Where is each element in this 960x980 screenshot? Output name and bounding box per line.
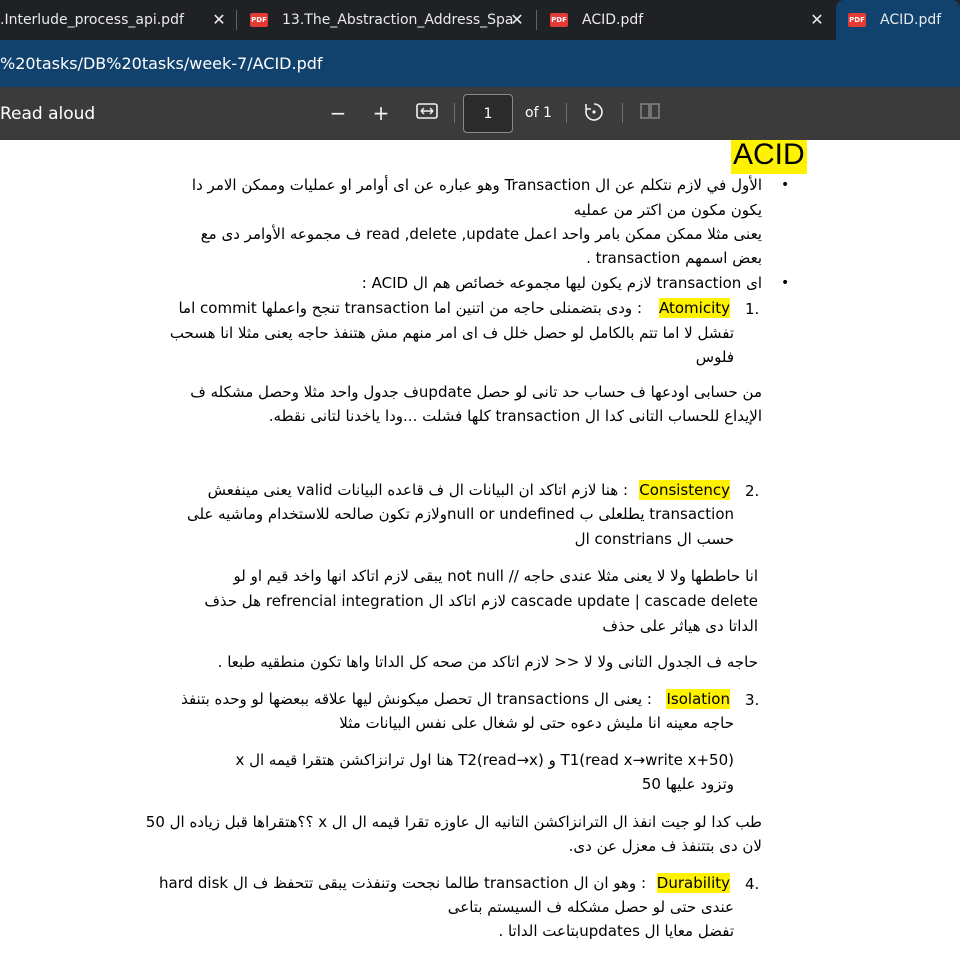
text-line: يكون مكون من اكتر من عمليه <box>573 201 762 219</box>
text-line: يعنى مثلا ممكن ممكن بامر واحد اعمل read … <box>200 225 762 243</box>
text-line: الأول في لازم نتكلم عن ال Transaction وه… <box>191 176 762 194</box>
text-line: : هنا لازم اتاكد ان البيانات ال ف قاعده … <box>207 481 628 499</box>
close-icon[interactable]: ✕ <box>210 11 228 29</box>
tab-abstraction[interactable]: PDF 13.The_Abstraction_Address_Spa ✕ <box>250 4 534 36</box>
text-line: فلوس <box>695 348 734 366</box>
address-text: %20tasks/DB%20tasks/week-7/ACID.pdf <box>0 54 323 73</box>
close-icon[interactable]: ✕ <box>808 11 826 29</box>
term-consistency: Consistency <box>639 480 730 500</box>
text-line: انا حاططها ولا لا يعنى مثلا عندى حاجه //… <box>233 567 759 585</box>
text-line: : ودى بتضمنلى حاجه من اتنين اما transact… <box>178 299 642 317</box>
zoom-out-icon[interactable]: − <box>326 101 350 125</box>
document-title: ACID <box>731 140 807 174</box>
text-line: عندى حتى لو حصل مشكله ف السيستم بتاعى <box>447 898 734 916</box>
page-number: 1 <box>483 105 493 122</box>
toolbar-divider <box>622 103 623 123</box>
text-line: cascade update | cascade delete لازم اتا… <box>204 592 758 610</box>
list-number: 1. <box>745 300 760 318</box>
text-line: حاجه ف الجدول التانى ولا لا << لازم اتاك… <box>217 653 758 671</box>
tab-acid-active[interactable]: PDF ACID.pdf <box>836 0 960 40</box>
term-isolation: Isolation <box>666 689 730 709</box>
pdf-file-icon: PDF <box>550 13 568 27</box>
list-number: 4. <box>745 875 760 893</box>
page-number-input[interactable]: 1 <box>463 94 513 133</box>
tab-label: .Interlude_process_api.pdf <box>0 12 184 28</box>
pdf-file-icon: PDF <box>848 13 866 27</box>
text-line: تفشل لا اما تتم بالكامل لو حصل خلل ف اى … <box>169 324 734 342</box>
close-icon[interactable]: ✕ <box>508 11 526 29</box>
rotate-icon[interactable] <box>582 101 606 125</box>
text-line: تفضل معايا ال updatesبتاعت الداتا . <box>498 922 734 940</box>
text-line: : يعنى ال transactions ال تحصل ميكونش لي… <box>181 690 652 708</box>
zoom-in-icon[interactable]: + <box>369 101 393 125</box>
text-line: وتزود عليها 50 <box>641 775 734 793</box>
toolbar-divider <box>454 103 455 123</box>
tab-label: 13.The_Abstraction_Address_Spa <box>282 12 514 28</box>
pdf-file-icon: PDF <box>250 13 268 27</box>
term-atomicity: Atomicity <box>658 298 730 318</box>
tab-divider <box>236 10 237 30</box>
tab-acid-1[interactable]: PDF ACID.pdf ✕ <box>550 4 834 36</box>
text-line: بعض اسمهم transaction . <box>586 249 762 267</box>
text-line: T1(read x→write x+50) و T2(read→x) هنا ا… <box>235 751 734 769</box>
fit-to-width-icon[interactable] <box>415 101 439 125</box>
pdf-page: ACID • الأول في لازم نتكلم عن ال Transac… <box>0 140 960 980</box>
text-line: من حسابى اودعها ف حساب حد تانى لو حصل up… <box>190 383 762 401</box>
tab-interlude[interactable]: .Interlude_process_api.pdf ✕ <box>0 4 236 36</box>
read-aloud-button[interactable]: Read aloud <box>0 104 95 124</box>
text-line: حاجه معينه انا مليش دعوه حتى لو شغال على… <box>339 714 734 732</box>
page-count: of 1 <box>525 105 552 121</box>
text-line: : وهو ان ال transaction طالما نجحت وتنفذ… <box>159 874 646 892</box>
toolbar-divider <box>566 103 567 123</box>
tab-strip: .Interlude_process_api.pdf ✕ PDF 13.The_… <box>0 0 960 40</box>
bullet: • <box>781 177 790 193</box>
list-number: 2. <box>745 482 760 500</box>
list-number: 3. <box>745 691 760 709</box>
text-line: حسب ال constrians ال <box>574 530 734 548</box>
two-page-view-icon[interactable] <box>638 101 662 125</box>
text-line: transaction يطلعلى ب null or undefinedول… <box>186 505 734 523</box>
text-line: طب كدا لو جيت انفذ ال الترانزاكشن التاني… <box>145 813 762 831</box>
tab-label: ACID.pdf <box>582 12 644 28</box>
text-line: اى transaction لازم يكون ليها مجموعه خصا… <box>361 274 762 292</box>
tab-label: ACID.pdf <box>880 12 942 28</box>
bullet: • <box>781 275 790 291</box>
pdf-toolbar: Read aloud − + 1 of 1 <box>0 87 960 140</box>
term-durability: Durability <box>656 873 730 893</box>
text-line: الداتا دى هياثر على حذف <box>602 617 758 635</box>
text-line: الإيداع للحساب التانى كدا ال transaction… <box>268 407 762 425</box>
text-line: لان دى بتتنفذ ف معزل عن دى. <box>568 837 762 855</box>
tab-divider <box>536 10 537 30</box>
address-bar[interactable]: %20tasks/DB%20tasks/week-7/ACID.pdf <box>0 40 960 87</box>
